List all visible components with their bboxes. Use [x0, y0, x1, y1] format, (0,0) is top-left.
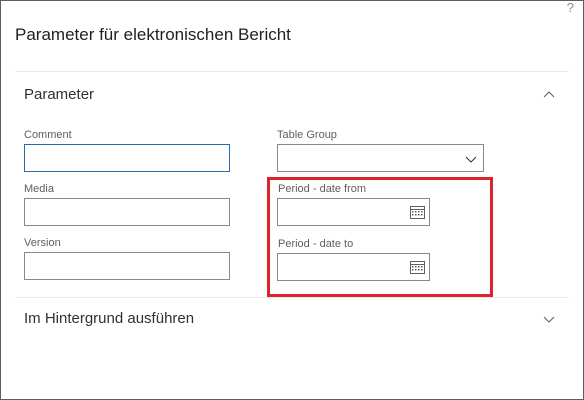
comment-input[interactable] [24, 144, 230, 172]
dialog: ? Parameter für elektronischen Bericht P… [0, 0, 584, 400]
section-label-background: Im Hintergrund ausführen [24, 310, 195, 327]
section-header-background[interactable]: Im Hintergrund ausführen [15, 299, 569, 339]
divider [15, 71, 569, 72]
media-label: Media [24, 183, 54, 195]
highlight-box [267, 177, 493, 297]
version-label: Version [24, 237, 61, 249]
help-icon[interactable]: ? [567, 1, 574, 15]
comment-label: Comment [24, 129, 72, 141]
chevron-down-icon[interactable] [543, 313, 555, 325]
version-input[interactable] [24, 252, 230, 280]
dialog-title: Parameter für elektronischen Bericht [15, 25, 291, 44]
chevron-down-icon [465, 156, 477, 163]
table-group-select[interactable] [277, 144, 484, 172]
media-input[interactable] [24, 198, 230, 226]
section-header-parameters[interactable]: Parameter [15, 75, 569, 115]
divider [15, 297, 569, 298]
chevron-up-icon[interactable] [543, 89, 555, 101]
section-label-parameters: Parameter [24, 86, 95, 103]
table-group-label: Table Group [277, 129, 337, 141]
